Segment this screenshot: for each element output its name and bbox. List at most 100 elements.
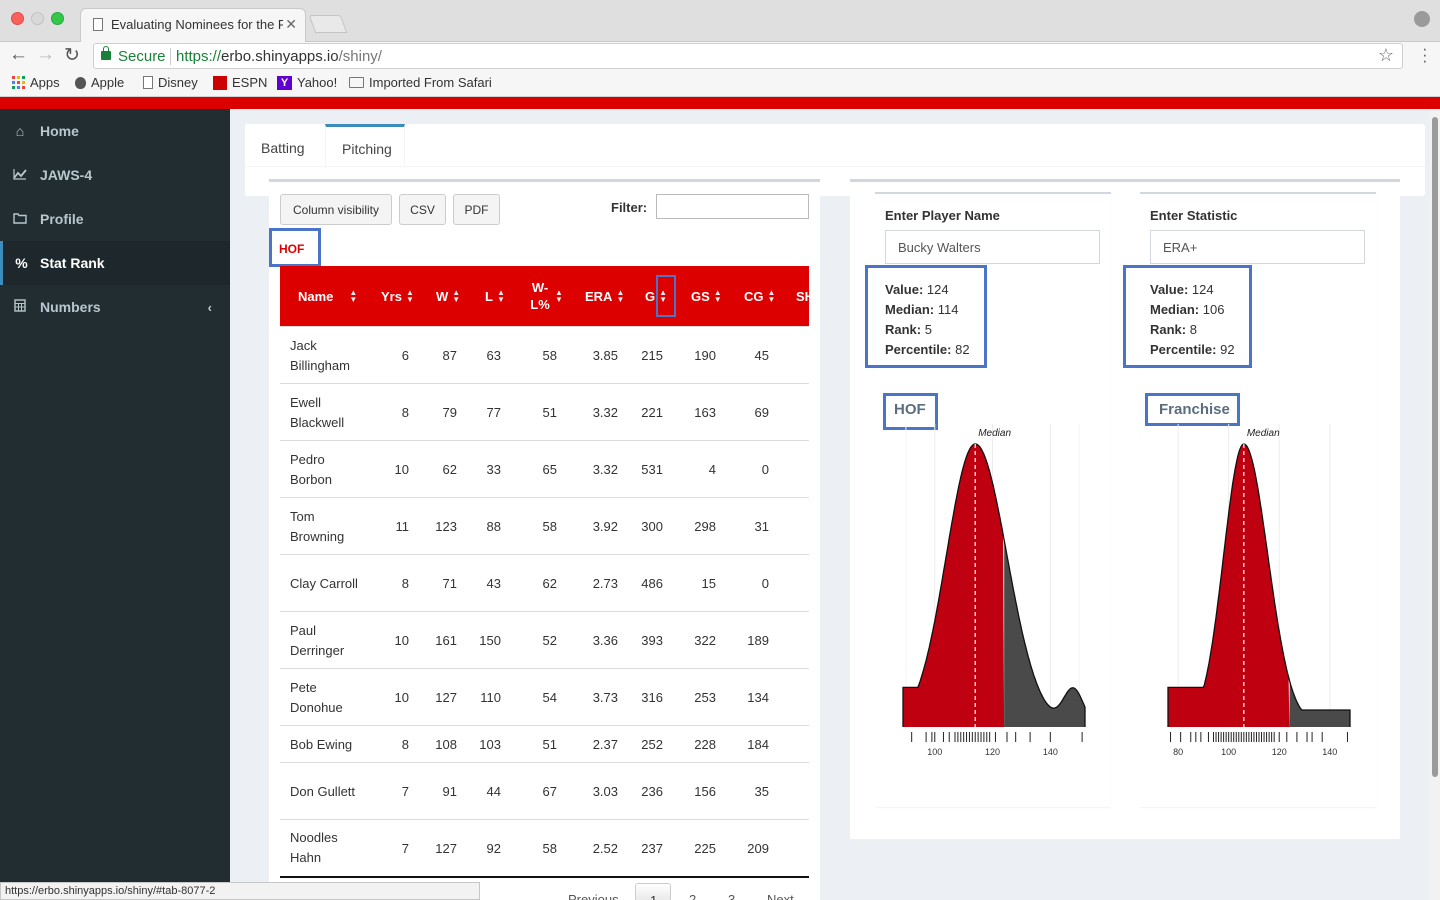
sort-icon: ▲ ▼ — [713, 288, 722, 304]
bookmark-apple[interactable]: Apple — [75, 75, 124, 90]
bookmark-disney[interactable]: Disney — [143, 75, 198, 90]
density-plot-franchise: Median 80 100 120 140 — [1167, 424, 1351, 757]
browser-tab[interactable]: Evaluating Nominees for the R ✕ — [80, 8, 306, 42]
highlight-box — [656, 275, 676, 317]
sidebar-item-home[interactable]: ⌂ Home — [0, 109, 230, 153]
line-chart-icon — [0, 167, 40, 183]
tab-nav: Batting Pitching — [245, 124, 1425, 167]
profile-icon[interactable] — [1414, 11, 1430, 27]
table-row[interactable]: Jack Billingham 6 87 63 58 3.85 215 190 … — [280, 326, 809, 384]
yahoo-icon: Y — [277, 75, 292, 90]
url-text: https://erbo.shinyapps.io/shiny/ — [176, 48, 382, 65]
new-tab-button[interactable] — [308, 15, 348, 33]
reload-icon[interactable]: ↻ — [64, 44, 80, 67]
x-tick-label: 140 — [1043, 747, 1058, 757]
lock-icon — [101, 46, 111, 60]
csv-button[interactable]: CSV — [399, 194, 446, 225]
bookmark-yahoo[interactable]: Y Yahoo! — [277, 75, 337, 90]
stat-rank-box: Enter Player Name Value: 124 Median: 114… — [850, 179, 1400, 839]
forward-arrow-icon[interactable]: → — [36, 44, 55, 66]
column-header-wl-pct[interactable]: W-L% ▲ ▼ — [529, 266, 565, 326]
column-header-era[interactable]: ERA ▲ ▼ — [585, 266, 625, 326]
table-row[interactable]: Paul Derringer 10 161 150 52 3.36 393 32… — [280, 611, 809, 669]
density-area-below-value — [903, 444, 1005, 727]
table-row[interactable]: Tom Browning 11 123 88 58 3.92 300 298 3… — [280, 497, 809, 555]
tab-pitching[interactable]: Pitching — [325, 124, 405, 167]
page-2-button[interactable]: 2 — [689, 892, 696, 900]
apple-icon — [75, 76, 86, 89]
bookmark-imported[interactable]: Imported From Safari — [349, 75, 492, 90]
filter-label: Filter: — [611, 200, 648, 215]
x-tick-label: 100 — [927, 747, 942, 757]
table-bottom-border — [280, 876, 809, 878]
table-row[interactable]: Pedro Borbon 10 62 33 65 3.32 531 4 0 — [280, 440, 809, 498]
pdf-button[interactable]: PDF — [453, 194, 500, 225]
address-bar[interactable]: Secure https://erbo.shinyapps.io/shiny/ … — [93, 43, 1403, 69]
column-visibility-button[interactable]: Column visibility — [280, 194, 392, 225]
statistic-label: Enter Statistic — [1150, 208, 1238, 223]
tab-batting[interactable]: Batting — [245, 124, 321, 167]
highlight-box — [1123, 265, 1252, 368]
column-header-gs[interactable]: GS ▲ ▼ — [691, 266, 727, 326]
sort-icon: ▲ ▼ — [616, 288, 625, 304]
sidebar-item-stat-rank[interactable]: % Stat Rank — [0, 241, 230, 285]
scroll-thumb[interactable] — [1432, 117, 1438, 777]
apps-grid-icon — [12, 76, 25, 89]
highlight-box — [865, 265, 987, 368]
player-name-input[interactable] — [885, 230, 1100, 264]
maximize-window-button[interactable] — [51, 12, 64, 25]
sort-icon: ▲ ▼ — [349, 288, 358, 304]
column-header-sh[interactable]: SH — [796, 266, 809, 326]
column-header-l[interactable]: L ▲ ▼ — [485, 266, 509, 326]
sidebar-item-numbers[interactable]: Numbers ‹ — [0, 285, 230, 329]
page-1-button[interactable]: 1 — [635, 883, 671, 900]
bookmark-apps[interactable]: Apps — [12, 75, 60, 90]
x-tick-label: 140 — [1322, 747, 1337, 757]
bookmark-star-icon[interactable]: ☆ — [1378, 45, 1394, 66]
player-panel: Enter Player Name Value: 124 Median: 114… — [865, 192, 1111, 807]
browser-toolbar: ← → ↻ Secure https://erbo.shinyapps.io/s… — [0, 40, 1440, 70]
bookmark-espn[interactable]: ESPN — [213, 75, 267, 90]
page-3-button[interactable]: 3 — [728, 892, 735, 900]
close-window-button[interactable] — [11, 12, 24, 25]
table-row[interactable]: Don Gullett 7 91 44 67 3.03 236 156 35 — [280, 762, 809, 820]
table-row[interactable]: Ewell Blackwell 8 79 77 51 3.32 221 163 … — [280, 383, 809, 441]
espn-icon — [213, 75, 227, 90]
filter-input[interactable] — [656, 194, 809, 219]
column-header-w[interactable]: W ▲ ▼ — [436, 266, 462, 326]
page-scrollbar[interactable] — [1430, 109, 1440, 900]
column-header-name[interactable]: Name ▲ ▼ — [298, 266, 360, 326]
x-tick-label: 100 — [1221, 747, 1236, 757]
player-name-label: Enter Player Name — [885, 208, 1000, 223]
table-row[interactable]: Bob Ewing 8 108 103 51 2.37 252 228 184 — [280, 725, 809, 763]
previous-page-button[interactable]: Previous — [568, 892, 619, 900]
calculator-icon — [0, 299, 40, 315]
table-row[interactable]: Noodles Hahn 7 127 92 58 2.52 237 225 20… — [280, 819, 809, 876]
folder-icon — [0, 211, 40, 227]
next-page-button[interactable]: Next — [767, 892, 794, 900]
x-tick-label: 120 — [1272, 747, 1287, 757]
x-tick-label: 80 — [1173, 747, 1183, 757]
browser-menu-icon[interactable]: · · · — [1422, 40, 1428, 69]
close-tab-icon[interactable]: ✕ — [285, 16, 297, 33]
document-icon — [93, 18, 103, 31]
sort-icon: ▲ ▼ — [496, 288, 505, 304]
statistic-panel: Enter Statistic Value: 124 Median: 106 R… — [1123, 192, 1376, 807]
table-row[interactable]: Clay Carroll 8 71 43 62 2.73 486 15 0 — [280, 554, 809, 612]
column-header-cg[interactable]: CG ▲ ▼ — [744, 266, 780, 326]
table-box: Column visibility CSV PDF Filter: HOF Na… — [269, 179, 820, 900]
home-icon: ⌂ — [15, 123, 25, 139]
highlight-box — [1145, 393, 1240, 426]
back-arrow-icon[interactable]: ← — [9, 44, 28, 66]
table-header: Name ▲ ▼ Yrs ▲ ▼ W ▲ ▼ L ▲ ▼ W-L% ▲ ▼ ERA ▲ ▼ G ▲ ▼ GS… — [280, 266, 809, 326]
median-annotation: Median — [978, 428, 1011, 439]
sidebar-item-jaws-4[interactable]: JAWS-4 — [0, 153, 230, 197]
statistic-input[interactable] — [1150, 230, 1365, 264]
sidebar-item-profile[interactable]: Profile — [0, 197, 230, 241]
column-header-yrs[interactable]: Yrs ▲ ▼ — [381, 266, 415, 326]
percent-icon: % — [15, 255, 28, 271]
chevron-left-icon[interactable]: ‹ — [208, 300, 212, 315]
pitching-table: Name ▲ ▼ Yrs ▲ ▼ W ▲ ▼ L ▲ ▼ W-L% ▲ ▼ ERA ▲ ▼ G ▲ ▼ GS… — [280, 266, 809, 876]
table-row[interactable]: Pete Donohue 10 127 110 54 3.73 316 253 … — [280, 668, 809, 726]
minimize-window-button[interactable] — [31, 12, 44, 25]
